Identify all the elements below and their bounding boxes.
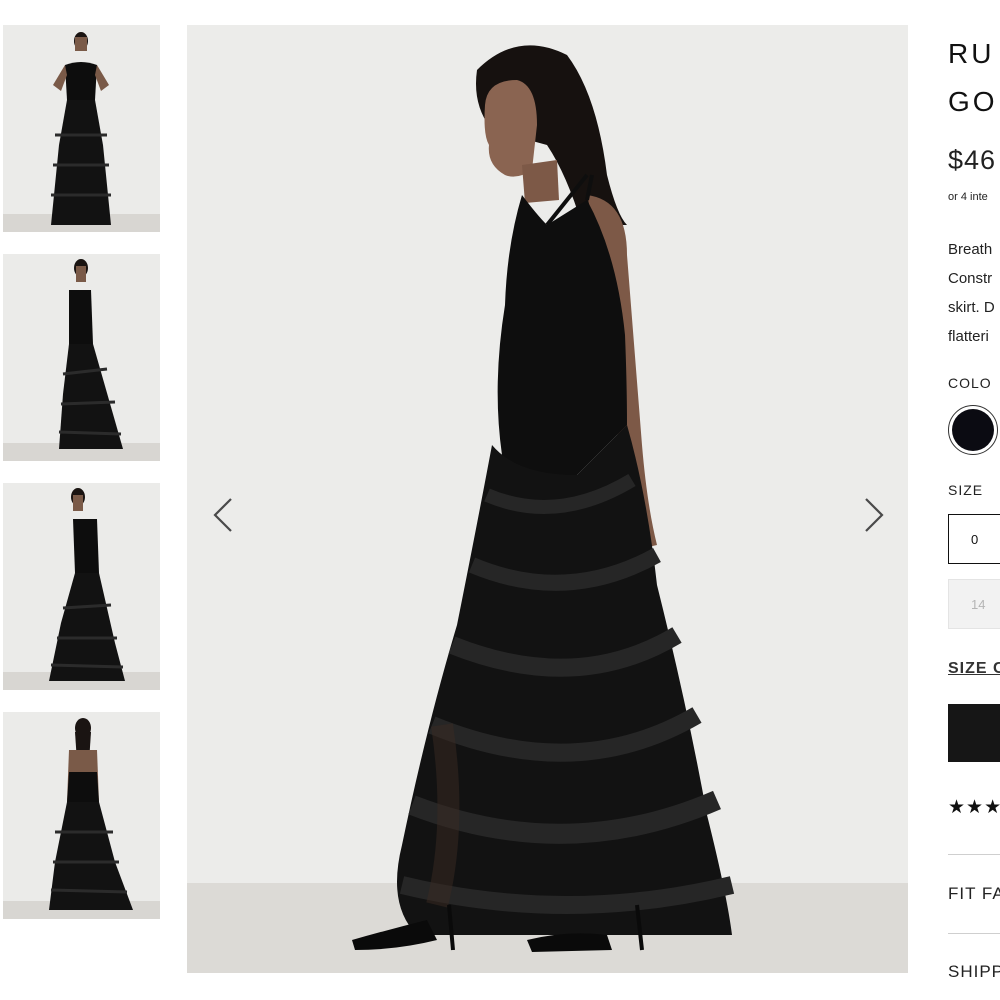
next-image-button[interactable] [860, 495, 890, 535]
description-line: skirt. D [948, 299, 995, 316]
thumbnail-three-quarter[interactable] [3, 483, 160, 690]
color-swatch-black[interactable] [948, 405, 998, 455]
model-side-image [58, 259, 123, 449]
main-product-image [187, 25, 908, 973]
rating-stars[interactable]: ★★★ [948, 796, 1000, 819]
description-line: flatteri [948, 328, 989, 345]
product-price: $46 [948, 145, 997, 175]
product-description: Breath Constr skirt. D flatteri [948, 235, 995, 351]
chevron-left-icon [213, 498, 232, 532]
divider [948, 854, 1000, 855]
model-front-image [51, 32, 111, 225]
shipping-accordion[interactable]: SHIPP [948, 962, 1000, 982]
product-title-line-1: RU [948, 38, 995, 69]
description-line: Constr [948, 270, 993, 287]
product-title-line-2: GO [948, 86, 998, 117]
fit-accordion[interactable]: FIT FA [948, 884, 1000, 904]
product-info-panel: RU GO $46 or 4 inte Breath Constr skirt.… [948, 0, 1000, 1000]
color-label: COLO [948, 375, 992, 391]
swatch-fill [952, 409, 994, 451]
size-label: SIZE [948, 482, 984, 498]
product-title: RU GO [948, 30, 998, 126]
thumbnail-side[interactable] [3, 254, 160, 461]
model-three-quarter-image [49, 488, 125, 681]
previous-image-button[interactable] [207, 495, 237, 535]
installments-text: or 4 inte [948, 191, 988, 203]
description-line: Breath [948, 241, 993, 258]
size-chart-link[interactable]: SIZE C [948, 660, 1000, 678]
divider [948, 933, 1000, 934]
size-option-0[interactable]: 0 [948, 514, 1000, 564]
model-figure-image [352, 45, 735, 952]
model-back-image [49, 718, 133, 910]
size-option-14[interactable]: 14 [948, 579, 1000, 629]
add-to-bag-button[interactable] [948, 704, 1000, 762]
thumbnail-front[interactable] [3, 25, 160, 232]
thumbnail-back[interactable] [3, 712, 160, 919]
chevron-right-icon [865, 498, 884, 532]
